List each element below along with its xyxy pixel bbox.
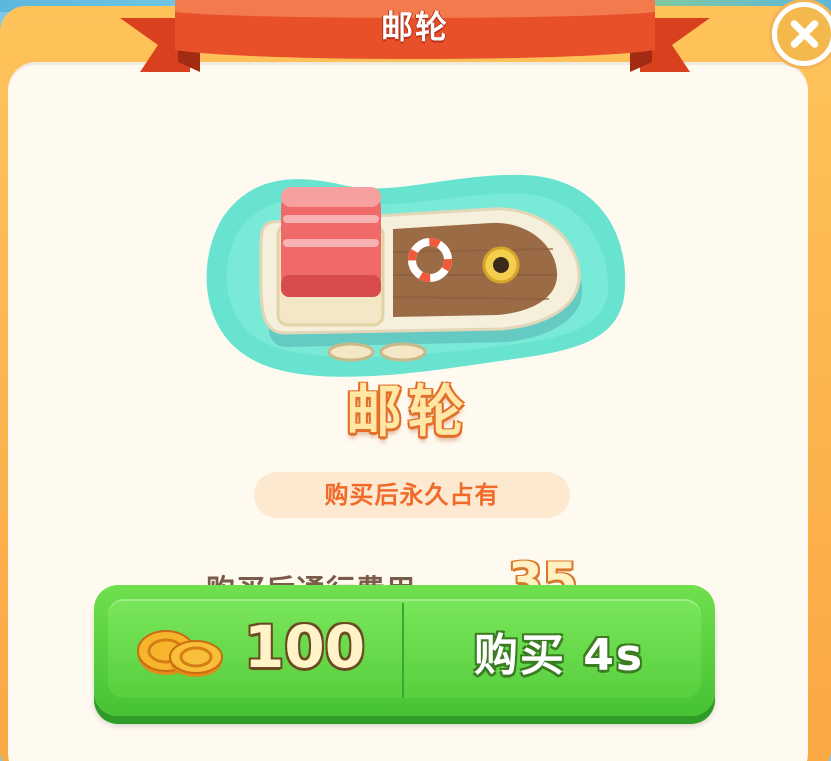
close-button[interactable]	[772, 2, 831, 66]
close-icon	[777, 7, 831, 61]
dialog-title: 邮轮	[380, 8, 449, 46]
buy-button[interactable]: 100 购买 4s	[94, 585, 715, 716]
permanent-ownership-badge: 购买后永久占有	[254, 472, 570, 518]
buy-price: 100	[244, 613, 366, 681]
buy-button-divider	[402, 603, 404, 698]
title-ribbon: 邮轮	[120, 0, 710, 78]
buy-button-label: 购买 4s	[473, 630, 645, 681]
item-name: 邮轮	[346, 380, 470, 445]
gold-coins-icon	[134, 623, 226, 679]
